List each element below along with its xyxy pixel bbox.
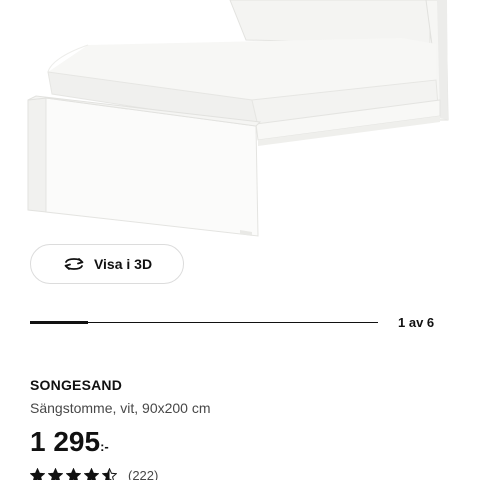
product-rating[interactable]: (222) <box>30 468 158 480</box>
price-suffix: :- <box>100 439 109 454</box>
review-count: (222) <box>128 468 159 480</box>
product-name[interactable]: SONGESAND <box>30 377 122 393</box>
product-page: Visa i 3D 1 av 6 SONGESAND Sängstomme, v… <box>0 0 480 480</box>
carousel-thumb <box>30 321 88 324</box>
rotate-3d-icon <box>62 252 86 276</box>
star-icon <box>30 468 45 480</box>
star-icon <box>84 468 99 480</box>
view-in-3d-label: Visa i 3D <box>93 256 153 272</box>
view-in-3d-button[interactable]: Visa i 3D <box>30 244 184 284</box>
image-carousel-progress[interactable] <box>30 321 378 325</box>
product-image[interactable] <box>0 0 480 240</box>
product-price: 1 295 :- <box>30 424 109 460</box>
carousel-counter: 1 av 6 <box>398 315 435 330</box>
price-amount: 1 295 <box>30 426 101 457</box>
star-icon <box>48 468 63 480</box>
star-icon <box>66 468 81 480</box>
star-icon <box>102 468 117 480</box>
product-description: Sängstomme, vit, 90x200 cm <box>30 400 211 416</box>
bed-frame-illustration <box>27 0 449 237</box>
